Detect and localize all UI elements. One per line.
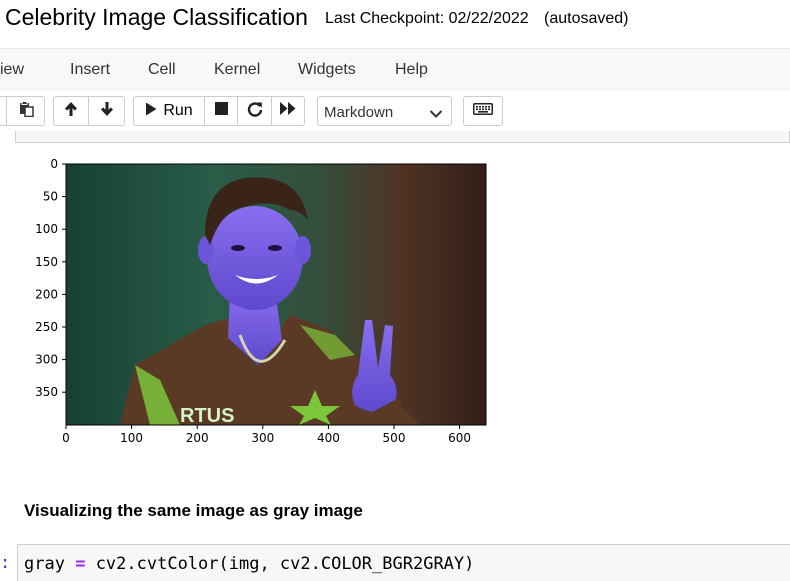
run-button[interactable]: Run bbox=[133, 96, 205, 126]
menu-help[interactable]: Help bbox=[395, 61, 428, 79]
code-line[interactable]: gray = cv2.cvtColor(img, cv2.COLOR_BGR2G… bbox=[24, 554, 474, 574]
keyboard-icon bbox=[473, 102, 493, 120]
markdown-cell-text[interactable]: Visualizing the same image as gray image bbox=[24, 501, 363, 521]
interrupt-button[interactable] bbox=[204, 96, 238, 126]
y-tick-label: 300 bbox=[35, 353, 58, 367]
menubar: iew Insert Cell Kernel Widgets Help bbox=[0, 48, 790, 92]
svg-text:RTUS: RTUS bbox=[180, 405, 234, 427]
photo-image: RTUS bbox=[66, 164, 486, 427]
move-up-icon bbox=[64, 101, 78, 122]
code-operator: = bbox=[75, 554, 86, 574]
code-variable: gray bbox=[24, 554, 65, 574]
code-cell[interactable]: gray = cv2.cvtColor(img, cv2.COLOR_BGR2G… bbox=[17, 544, 790, 581]
x-tick-label: 600 bbox=[448, 431, 471, 445]
run-icon bbox=[145, 102, 157, 121]
cell-type-value: Markdown bbox=[324, 104, 394, 121]
x-tick-label: 200 bbox=[186, 431, 209, 445]
fast-forward-button[interactable] bbox=[271, 96, 305, 126]
run-label: Run bbox=[163, 102, 193, 119]
previous-cell[interactable] bbox=[15, 131, 790, 143]
interrupt-icon bbox=[214, 102, 228, 120]
y-tick-label: 150 bbox=[35, 255, 58, 269]
run-button-group: Run bbox=[133, 96, 305, 126]
y-tick-label: 250 bbox=[35, 320, 58, 334]
move-down-icon bbox=[100, 101, 114, 122]
y-axis: 0 50 100 150 200 250 300 350 bbox=[35, 157, 66, 399]
cell-prompt: : bbox=[0, 553, 11, 573]
command-palette-button[interactable] bbox=[463, 96, 503, 126]
cell-type-select[interactable]: Markdown bbox=[317, 96, 452, 126]
move-down-button[interactable] bbox=[88, 96, 125, 126]
image-plot-output: RTUS 0 50 100 150 200 250 300 350 0 100 … bbox=[35, 157, 487, 445]
menu-kernel[interactable]: Kernel bbox=[214, 61, 260, 79]
y-tick-label: 350 bbox=[35, 385, 58, 399]
code-expression: cv2.cvtColor(img, cv2.COLOR_BGR2GRAY) bbox=[85, 554, 475, 574]
move-button-group bbox=[53, 96, 125, 126]
restart-button[interactable] bbox=[237, 96, 272, 126]
y-tick-label: 200 bbox=[35, 287, 58, 301]
x-tick-label: 500 bbox=[383, 431, 406, 445]
edit-button-group bbox=[0, 96, 45, 126]
x-tick-label: 0 bbox=[62, 431, 70, 445]
y-tick-label: 100 bbox=[35, 222, 58, 236]
menu-insert[interactable]: Insert bbox=[70, 61, 110, 79]
x-tick-label: 400 bbox=[317, 431, 340, 445]
x-tick-label: 100 bbox=[120, 431, 143, 445]
paste-icon bbox=[18, 100, 34, 122]
menu-view[interactable]: iew bbox=[0, 61, 24, 79]
autosave-status: (autosaved) bbox=[544, 10, 629, 27]
y-tick-label: 50 bbox=[43, 190, 58, 204]
x-tick-label: 300 bbox=[251, 431, 274, 445]
chevron-down-icon bbox=[429, 106, 443, 124]
restart-icon bbox=[247, 101, 263, 122]
checkpoint-status: Last Checkpoint: 02/22/2022 bbox=[325, 10, 529, 27]
paste-button[interactable] bbox=[6, 96, 45, 126]
keyboard-button-group bbox=[463, 96, 503, 126]
move-up-button[interactable] bbox=[53, 96, 89, 126]
x-axis: 0 100 200 300 400 500 600 bbox=[62, 425, 471, 445]
notebook-title[interactable]: Celebrity Image Classification bbox=[5, 4, 308, 31]
notebook-header: Celebrity Image Classification Last Chec… bbox=[0, 0, 790, 48]
menu-widgets[interactable]: Widgets bbox=[298, 61, 356, 79]
fast-forward-icon bbox=[280, 102, 296, 120]
menu-cell[interactable]: Cell bbox=[148, 61, 176, 79]
y-tick-label: 0 bbox=[50, 157, 58, 171]
